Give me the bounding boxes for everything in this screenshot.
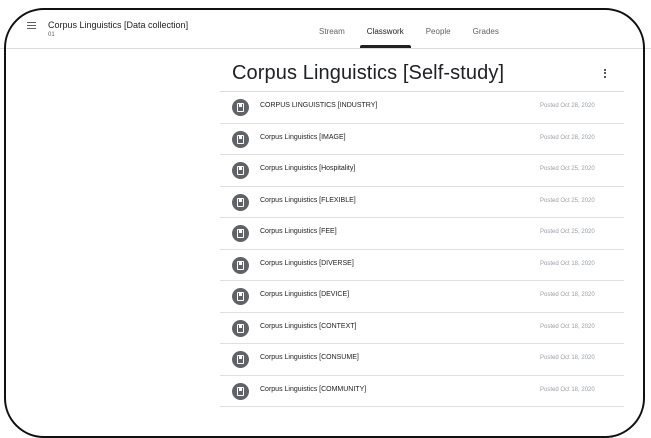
item-posted-date: Posted Oct 28, 2020 [540, 134, 595, 141]
item-posted-date: Posted Oct 18, 2020 [540, 355, 595, 361]
item-posted-date: Posted Oct 18, 2020 [540, 260, 595, 267]
assignment-icon [232, 288, 249, 305]
assignment-list: CORPUS LINGUISTICS [INDUSTRY] Posted Oct… [220, 91, 624, 407]
list-item[interactable]: Corpus Linguistics [FLEXIBLE] Posted Oct… [220, 187, 624, 218]
top-bar: Corpus Linguistics [Data collection] 01 … [0, 0, 651, 49]
tab-bar: Stream Classwork People Grades [308, 18, 510, 48]
item-posted-date: Posted Oct 18, 2020 [540, 386, 595, 393]
list-item[interactable]: Corpus Linguistics [CONTEXT] Posted Oct … [220, 313, 624, 344]
more-vert-icon[interactable] [602, 67, 608, 81]
item-title: Corpus Linguistics [DEVICE] [260, 291, 350, 298]
item-posted-date: Posted Oct 25, 2020 [540, 166, 595, 172]
item-posted-date: Posted Oct 28, 2020 [540, 103, 595, 109]
assignment-icon [232, 162, 249, 179]
list-item[interactable]: Corpus Linguistics [DEVICE] Posted Oct 1… [220, 281, 624, 313]
hamburger-menu-icon[interactable] [27, 21, 36, 30]
assignment-icon [232, 319, 249, 337]
assignment-icon [232, 225, 249, 242]
tab-classwork[interactable]: Classwork [356, 18, 415, 48]
list-item[interactable]: Corpus Linguistics [IMAGE] Posted Oct 28… [220, 124, 624, 155]
list-item[interactable]: Corpus Linguistics [DIVERSE] Posted Oct … [220, 250, 624, 281]
list-item[interactable]: Corpus Linguistics [COMMUNITY] Posted Oc… [220, 376, 624, 407]
item-title: Corpus Linguistics [COMMUNITY] [260, 385, 367, 393]
assignment-icon [232, 351, 249, 368]
class-title[interactable]: Corpus Linguistics [Data collection] [48, 20, 188, 30]
item-title: Corpus Linguistics [FEE] [260, 228, 337, 235]
item-posted-date: Posted Oct 25, 2020 [540, 197, 595, 204]
tab-people[interactable]: People [415, 18, 462, 48]
item-title: Corpus Linguistics [Hospitality] [260, 165, 356, 172]
assignment-icon [232, 193, 249, 211]
list-item[interactable]: Corpus Linguistics [Hospitality] Posted … [220, 155, 624, 187]
item-title: Corpus Linguistics [FLEXIBLE] [260, 196, 356, 204]
tab-grades[interactable]: Grades [462, 18, 510, 48]
assignment-icon [232, 382, 249, 400]
assignment-icon [232, 130, 249, 148]
item-posted-date: Posted Oct 18, 2020 [540, 323, 595, 330]
assignment-icon [232, 99, 249, 116]
item-title: Corpus Linguistics [DIVERSE] [260, 259, 354, 267]
list-item[interactable]: Corpus Linguistics [FEE] Posted Oct 25, … [220, 218, 624, 250]
item-title: Corpus Linguistics [CONTEXT] [260, 322, 357, 330]
topic-title: Corpus Linguistics [Self-study] [232, 62, 505, 84]
tab-stream[interactable]: Stream [308, 18, 356, 48]
item-title: Corpus Linguistics [CONSUME] [260, 354, 359, 361]
list-item[interactable]: CORPUS LINGUISTICS [INDUSTRY] Posted Oct… [220, 92, 624, 124]
item-title: Corpus Linguistics [IMAGE] [260, 133, 346, 141]
list-item[interactable]: Corpus Linguistics [CONSUME] Posted Oct … [220, 344, 624, 376]
item-title: CORPUS LINGUISTICS [INDUSTRY] [260, 102, 378, 109]
item-posted-date: Posted Oct 25, 2020 [540, 229, 595, 235]
assignment-icon [232, 256, 249, 274]
class-section: 01 [48, 32, 55, 38]
item-posted-date: Posted Oct 18, 2020 [540, 292, 595, 298]
